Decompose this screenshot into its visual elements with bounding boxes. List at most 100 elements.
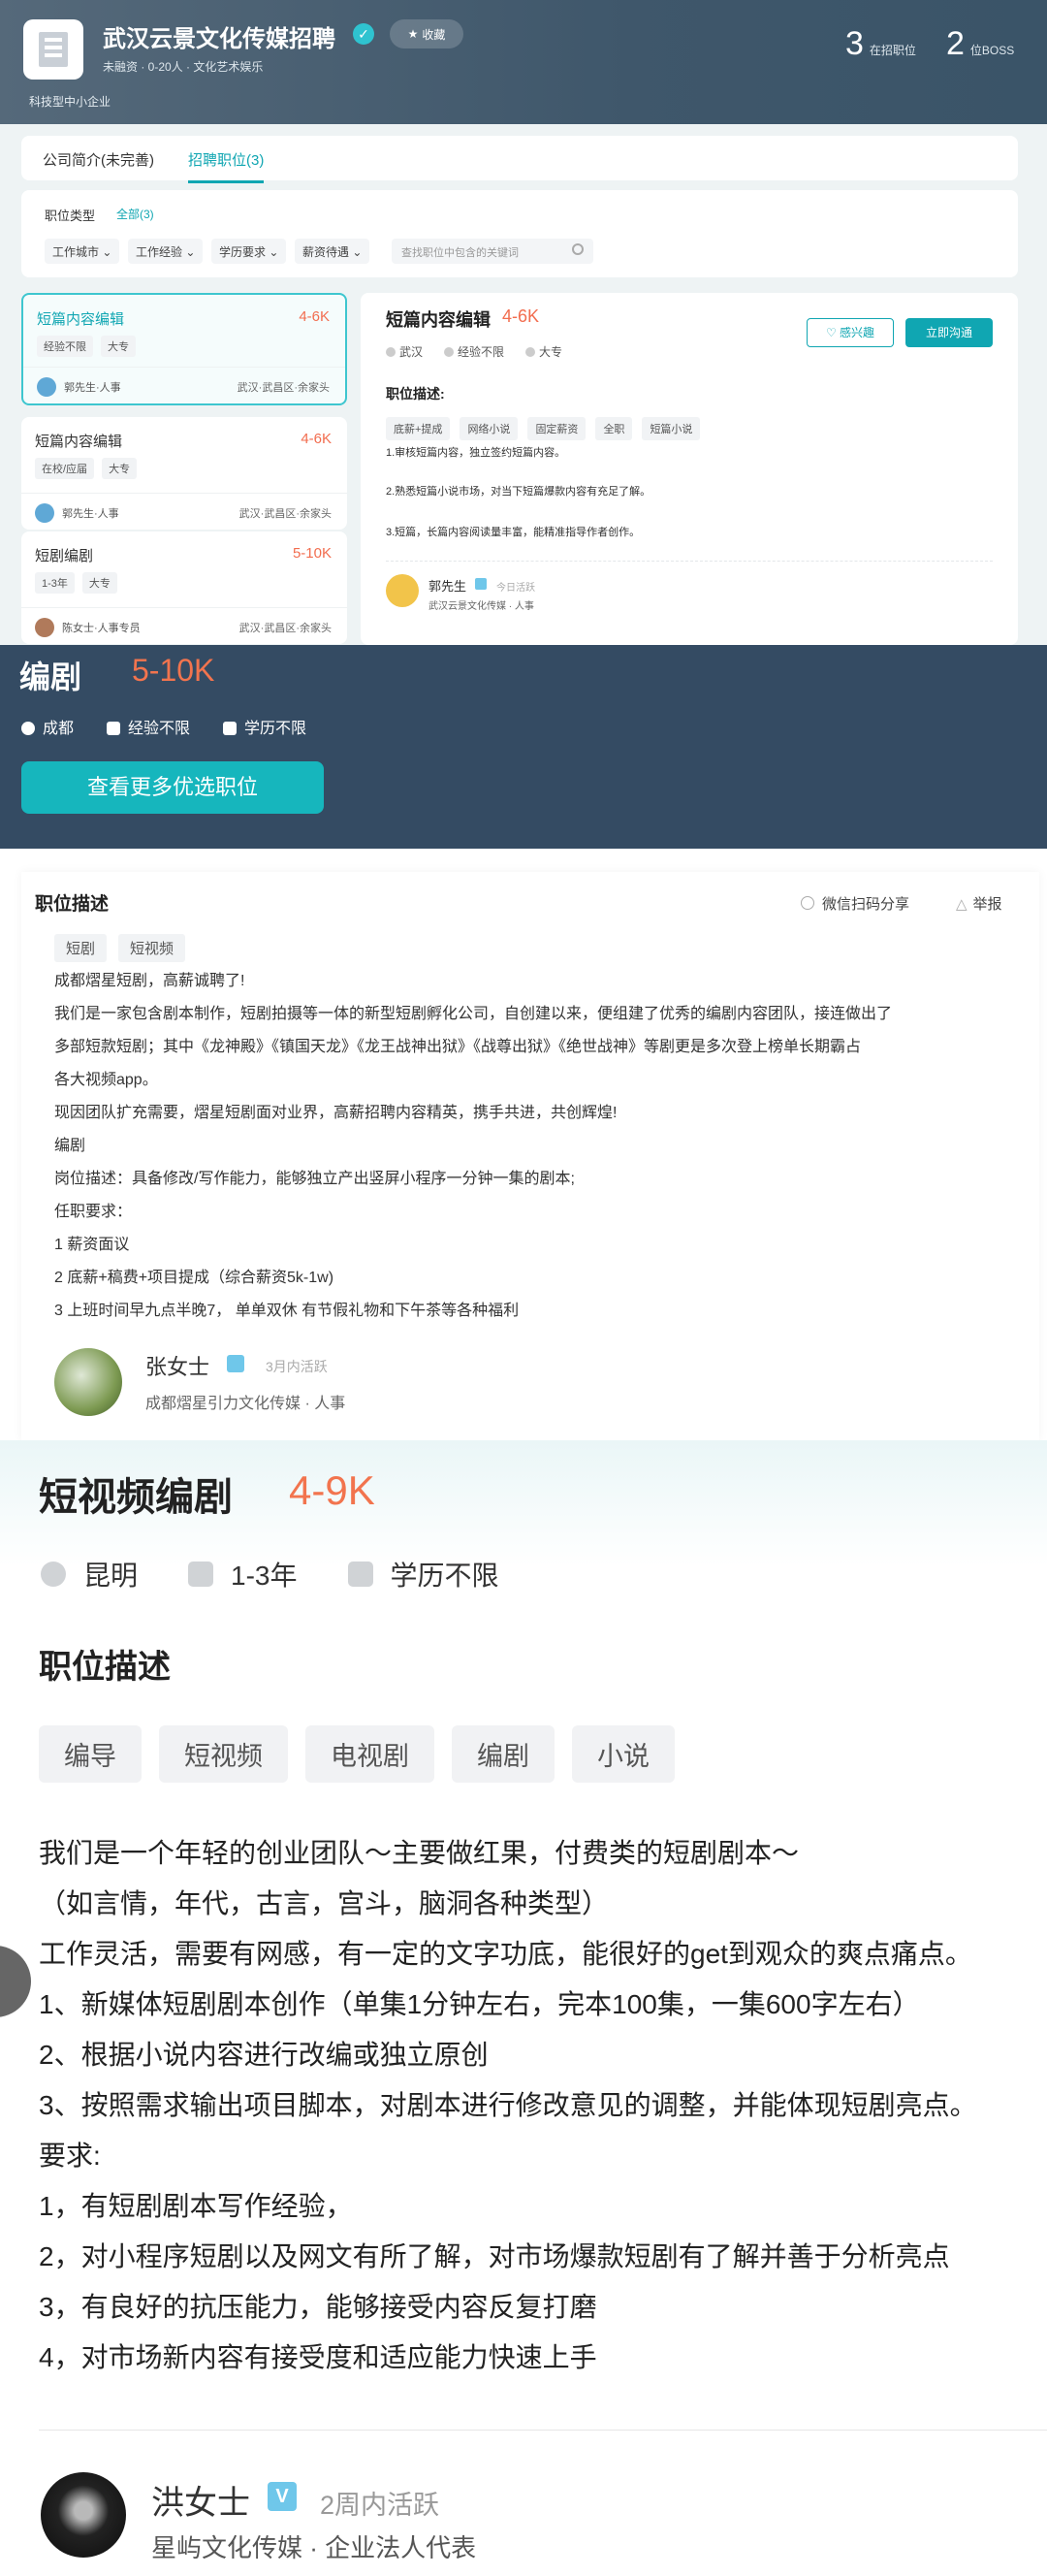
report-button[interactable]: 举报 bbox=[956, 893, 1002, 914]
job-description-section: 职位描述 微信扫码分享 举报 短剧短视频 成都熠星短剧，高薪诚聘了! 我们是一家… bbox=[0, 849, 1047, 1440]
more-jobs-button[interactable]: 查看更多优选职位 bbox=[21, 761, 324, 814]
avatar bbox=[37, 377, 56, 397]
divider bbox=[386, 561, 993, 562]
job-banner: 编剧 5-10K 成都 经验不限 学历不限 查看更多优选职位 bbox=[0, 645, 1047, 849]
detail-heading: 职位描述: bbox=[386, 386, 445, 402]
description-line: （如言情，年代，古言，宫斗，脑洞各种类型） bbox=[39, 1888, 610, 1918]
detail-tags: 底薪+提成 网络小说 固定薪资 全职 短篇小说 bbox=[386, 417, 701, 440]
job-card[interactable]: 短篇内容编辑 4-6K 经验不限 大专 郭先生·人事 武汉·武昌区·余家头 bbox=[21, 293, 347, 405]
stat-boss[interactable]: 2 位BOSS bbox=[946, 25, 1014, 63]
verified-icon: V bbox=[268, 2482, 297, 2511]
description-line: 多部短款短剧；其中《龙神殿》《镇国天龙》《龙王战神出狱》《战尊出狱》《绝世战神》… bbox=[54, 1039, 862, 1055]
floating-handle[interactable] bbox=[0, 1946, 31, 2017]
filter-city[interactable]: 工作城市 ⌄ bbox=[45, 239, 120, 264]
graduation-cap-icon bbox=[347, 1562, 373, 1587]
star-icon: ★ bbox=[407, 27, 419, 41]
location-icon bbox=[41, 1562, 66, 1587]
description-line: 任职要求： bbox=[54, 1204, 133, 1220]
recruiter-company: 成都熠星引力文化传媒 · 人事 bbox=[145, 1396, 346, 1412]
description-line: 2、根据小说内容进行改编或独立原创 bbox=[39, 2040, 489, 2070]
detail-line: 2.熟悉短篇小说市场，对当下短篇爆款内容有充足了解。 bbox=[386, 486, 651, 498]
description-line: 我们是一家包含剧本制作，短剧拍摄等一体的新型短剧孵化公司，自创建以来，便组建了优… bbox=[54, 1006, 893, 1022]
location-icon bbox=[21, 722, 35, 735]
building-icon bbox=[39, 32, 68, 67]
verified-icon bbox=[227, 1355, 244, 1372]
job-salary: 4-6K bbox=[299, 308, 330, 325]
company-meta: 未融资 · 0-20人 · 文化艺术娱乐 bbox=[103, 60, 264, 74]
description-tags: 编导 短视频 电视剧 编剧 小说 bbox=[39, 1725, 675, 1783]
company-page-panel: 武汉云景文化传媒招聘 ✓ ★ 收藏 未融资 · 0-20人 · 文化艺术娱乐 科技… bbox=[0, 0, 1047, 645]
filter-all[interactable]: 全部(3) bbox=[116, 206, 154, 222]
job-card[interactable]: 短篇内容编辑 4-6K 在校/应届 大专 郭先生·人事 武汉·武昌区·余家头 bbox=[21, 417, 347, 530]
chevron-down-icon: ⌄ bbox=[269, 245, 279, 259]
job-salary: 4-6K bbox=[301, 431, 332, 447]
job-salary: 5-10K bbox=[132, 653, 215, 688]
description-line: 我们是一个年轻的创业团队～主要做红果，付费类的短剧剧本～ bbox=[39, 1838, 800, 1868]
job-location: 武汉·武昌区·余家头 bbox=[237, 382, 330, 394]
wechat-share-button[interactable]: 微信扫码分享 bbox=[801, 893, 909, 914]
recruiter: 陈女士·人事专员 bbox=[62, 623, 141, 634]
detail-salary: 4-6K bbox=[502, 306, 540, 326]
avatar bbox=[386, 574, 419, 607]
verified-icon: ✓ bbox=[353, 23, 374, 45]
chat-now-button[interactable]: 立即沟通 bbox=[905, 318, 993, 347]
briefcase-icon bbox=[188, 1562, 214, 1587]
avatar bbox=[41, 2472, 126, 2558]
heart-icon: ♡ bbox=[825, 326, 837, 339]
description-heading: 职位描述 bbox=[35, 894, 110, 915]
description-line: 各大视频app。 bbox=[54, 1072, 158, 1088]
active-status: 3月内活跃 bbox=[266, 1359, 328, 1374]
divider bbox=[39, 2430, 1047, 2431]
tab-company-intro[interactable]: 公司简介(未完善) bbox=[43, 149, 154, 170]
location-icon bbox=[386, 347, 396, 357]
recruiter-company: 武汉云景文化传媒 · 人事 bbox=[428, 601, 534, 612]
job-location: 武汉·武昌区·余家头 bbox=[238, 508, 332, 520]
description-line: 3 上班时间早九点半晚7， 单单双休 有节假礼物和下午茶等各种福利 bbox=[54, 1303, 520, 1319]
recruiter: 郭先生·人事 bbox=[64, 382, 121, 394]
filter-experience[interactable]: 工作经验 ⌄ bbox=[128, 239, 204, 264]
job-card-footer: 陈女士·人事专员 武汉·武昌区·余家头 bbox=[21, 607, 347, 644]
job-meta: 昆明 1-3年 学历不限 bbox=[41, 1555, 550, 1594]
company-header: 武汉云景文化传媒招聘 ✓ ★ 收藏 未融资 · 0-20人 · 文化艺术娱乐 科技… bbox=[0, 0, 1047, 124]
filter-salary[interactable]: 薪资待遇 ⌄ bbox=[295, 239, 370, 264]
favorite-button[interactable]: ★ 收藏 bbox=[390, 19, 463, 48]
stat-open-jobs[interactable]: 3 在招职位 bbox=[845, 25, 916, 63]
verified-icon bbox=[475, 578, 487, 590]
company-name: 武汉云景文化传媒招聘 bbox=[103, 26, 335, 52]
detail-line: 1.审核短篇内容，独立签约短篇内容。 bbox=[386, 447, 566, 459]
job-search-input[interactable]: 查找职位中包含的关键词 bbox=[392, 239, 593, 264]
favorite-label: 收藏 bbox=[422, 27, 446, 42]
job-meta: 成都 经验不限 学历不限 bbox=[21, 715, 306, 738]
filter-label: 职位类型 bbox=[45, 209, 96, 223]
recruiter-company: 星屿文化传媒 · 企业法人代表 bbox=[151, 2533, 477, 2562]
chevron-down-icon: ⌄ bbox=[102, 245, 112, 259]
job-card[interactable]: 短剧编剧 5-10K 1-3年 大专 陈女士·人事专员 武汉·武昌区·余家头 bbox=[21, 531, 347, 644]
description-line: 成都熠星短剧，高薪诚聘了! bbox=[54, 973, 245, 989]
description-line: 1、新媒体短剧剧本创作（单集1分钟左右，完本100集，一集600字左右） bbox=[39, 1989, 920, 2019]
description-line: 编剧 bbox=[54, 1138, 86, 1154]
description-line: 2，对小程序短剧以及网文有所了解，对市场爆款短剧有了解并善于分析亮点 bbox=[39, 2241, 950, 2271]
description-line: 3，有良好的抗压能力，能够接受内容反复打磨 bbox=[39, 2292, 597, 2322]
tab-jobs[interactable]: 招聘职位(3) bbox=[188, 149, 265, 183]
description-line: 现因团队扩充需要，熠星短剧面对业界，高薪招聘内容精英，携手共进，共创辉煌! bbox=[54, 1105, 618, 1121]
active-status: 今日活跃 bbox=[496, 583, 535, 594]
recruiter: 郭先生·人事 bbox=[62, 508, 119, 520]
job-title: 短篇内容编辑 bbox=[37, 311, 125, 328]
description-tags: 短剧 短视频 bbox=[54, 934, 186, 962]
briefcase-icon bbox=[107, 722, 121, 735]
chevron-down-icon: ⌄ bbox=[185, 245, 196, 259]
avatar bbox=[54, 1348, 122, 1416]
interest-button[interactable]: ♡ 感兴趣 bbox=[807, 318, 894, 347]
search-icon bbox=[572, 243, 584, 255]
company-tabs: 公司简介(未完善) 招聘职位(3) bbox=[21, 136, 1018, 183]
company-tag: 科技型中小企业 bbox=[29, 95, 111, 109]
job-detail-mobile: 短视频编剧 4-9K 昆明 1-3年 学历不限 职位描述 编导 短视频 电视剧 编剧小… bbox=[0, 1440, 1047, 2576]
job-card-footer: 郭先生·人事 武汉·武昌区·余家头 bbox=[21, 493, 347, 530]
job-title: 短剧编剧 bbox=[35, 548, 94, 564]
graduation-cap-icon bbox=[223, 722, 238, 735]
detail-meta: 武汉 经验不限 大专 bbox=[386, 343, 562, 360]
description-line: 工作灵活，需要有网感，有一定的文字功底，能很好的get到观众的爽点痛点。 bbox=[39, 1939, 972, 1969]
filter-education[interactable]: 学历要求 ⌄ bbox=[211, 239, 287, 264]
job-detail-panel: 短篇内容编辑 4-6K 武汉 经验不限 大专 ♡ 感兴趣 立即沟通 职位描述: … bbox=[361, 293, 1018, 645]
graduation-cap-icon bbox=[525, 347, 536, 357]
